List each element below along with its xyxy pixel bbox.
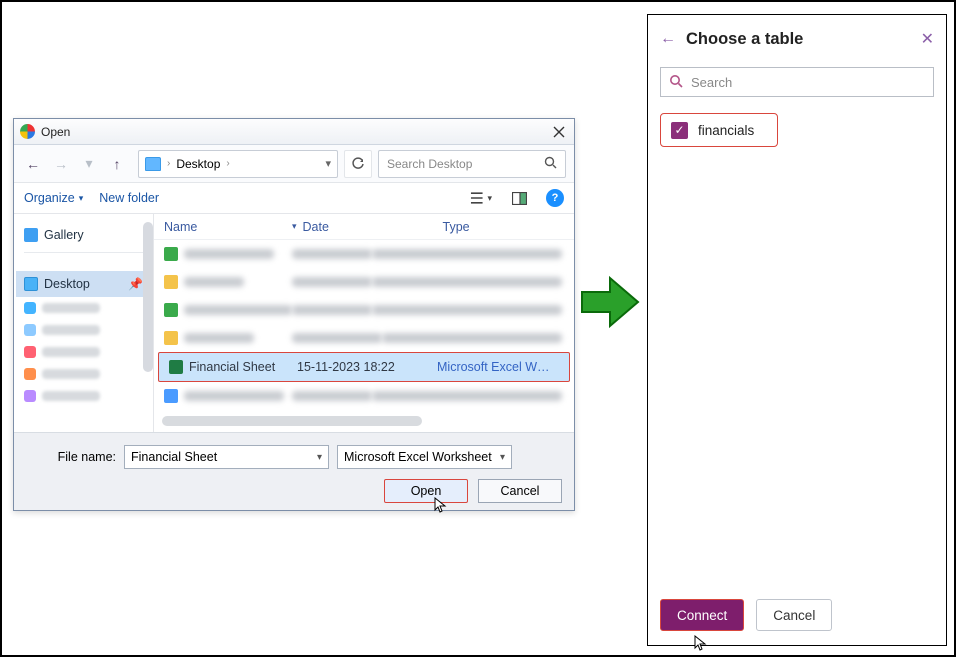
- file-name-value: Financial Sheet: [131, 450, 217, 464]
- file-open-dialog: Open ← → ▾ ↑ › Desktop › ▾ Search Deskto…: [13, 118, 575, 511]
- file-row[interactable]: [154, 240, 574, 268]
- table-search-input[interactable]: Search: [660, 67, 934, 97]
- search-icon: [544, 156, 557, 172]
- up-button[interactable]: ↑: [106, 153, 128, 175]
- file-name-label: File name:: [26, 450, 116, 464]
- navigation-tree: Gallery Desktop 📌: [14, 214, 154, 432]
- close-button[interactable]: ✕: [921, 29, 934, 49]
- checkbox-checked-icon[interactable]: ✓: [671, 122, 688, 139]
- file-row[interactable]: [154, 324, 574, 352]
- tree-scrollbar[interactable]: [143, 222, 153, 372]
- file-name-combo[interactable]: Financial Sheet ▾: [124, 445, 329, 469]
- forward-button[interactable]: →: [50, 153, 72, 175]
- tree-label: Gallery: [44, 228, 84, 242]
- tree-separator: [24, 252, 143, 253]
- file-row[interactable]: [154, 296, 574, 324]
- file-hscrollbar[interactable]: [162, 416, 422, 426]
- refresh-button[interactable]: [344, 150, 372, 178]
- file-row[interactable]: [154, 268, 574, 296]
- connect-button[interactable]: Connect: [660, 599, 744, 631]
- chevron-right-icon: ›: [167, 158, 170, 169]
- file-row-selected[interactable]: Financial Sheet 15-11-2023 18:22 Microso…: [158, 352, 570, 382]
- back-button[interactable]: ←: [22, 153, 44, 175]
- file-list-header: Name ▾ Date Type: [154, 214, 574, 240]
- breadcrumb-bar[interactable]: › Desktop › ▾: [138, 150, 338, 178]
- search-placeholder: Search: [691, 75, 732, 90]
- search-input[interactable]: Search Desktop: [378, 150, 566, 178]
- nav-toolbar: ← → ▾ ↑ › Desktop › ▾ Search Desktop: [14, 145, 574, 183]
- figure-canvas: Open ← → ▾ ↑ › Desktop › ▾ Search Deskto…: [0, 0, 956, 657]
- search-icon: [669, 74, 683, 91]
- file-date: 15-11-2023 18:22: [297, 360, 437, 374]
- panel-header: ← Choose a table ✕: [660, 25, 934, 53]
- panel-title: Choose a table: [686, 30, 911, 49]
- open-button[interactable]: Open: [384, 479, 468, 503]
- folder-icon: [145, 157, 161, 171]
- organize-menu[interactable]: Organize: [24, 191, 83, 205]
- dialog-titlebar: Open: [14, 119, 574, 145]
- chevron-down-icon[interactable]: ▾: [325, 157, 331, 170]
- breadcrumb-text: Desktop: [176, 157, 220, 171]
- gallery-icon: [24, 228, 38, 242]
- cancel-button[interactable]: Cancel: [478, 479, 562, 503]
- close-button[interactable]: [550, 123, 568, 141]
- back-button[interactable]: ←: [660, 30, 676, 48]
- column-name[interactable]: Name: [154, 220, 292, 234]
- column-type[interactable]: Type: [443, 220, 562, 234]
- file-list: Name ▾ Date Type Financial Sheet: [154, 214, 574, 432]
- excel-icon: [169, 360, 183, 374]
- dialog-title: Open: [41, 125, 70, 139]
- recent-dropdown-icon[interactable]: ▾: [78, 153, 100, 175]
- command-toolbar: Organize New folder ▾ ?: [14, 183, 574, 213]
- file-row[interactable]: [154, 382, 574, 410]
- pin-icon[interactable]: 📌: [128, 277, 143, 291]
- file-name: Financial Sheet: [189, 360, 275, 374]
- chevron-right-icon: ›: [226, 158, 229, 169]
- cancel-button[interactable]: Cancel: [756, 599, 832, 631]
- table-option-financials[interactable]: ✓ financials: [660, 113, 778, 147]
- refresh-icon: [351, 157, 365, 171]
- help-button[interactable]: ?: [546, 189, 564, 207]
- arrow-right-icon: [580, 272, 640, 332]
- file-type: Microsoft Excel W…: [437, 360, 557, 374]
- chevron-down-icon: ▾: [317, 452, 322, 463]
- preview-pane-button[interactable]: [508, 187, 530, 209]
- chevron-down-icon: ▾: [500, 452, 505, 463]
- dialog-footer: File name: Financial Sheet ▾ Microsoft E…: [14, 432, 574, 510]
- dialog-body: Gallery Desktop 📌 Name ▾: [14, 213, 574, 432]
- choose-table-panel: ← Choose a table ✕ Search ✓ financials C…: [647, 14, 947, 646]
- desktop-icon: [24, 277, 38, 291]
- table-label: financials: [698, 123, 754, 138]
- close-icon: [553, 126, 565, 138]
- view-menu[interactable]: ▾: [470, 187, 492, 209]
- tree-item-gallery[interactable]: Gallery: [16, 222, 151, 248]
- app-icon: [20, 124, 35, 139]
- tree-label: Desktop: [44, 277, 90, 291]
- tree-item-desktop[interactable]: Desktop 📌: [16, 271, 151, 297]
- panel-footer: Connect Cancel: [660, 599, 934, 631]
- sort-indicator-icon: ▾: [292, 221, 297, 232]
- file-type-combo[interactable]: Microsoft Excel Worksheet ▾: [337, 445, 512, 469]
- new-folder-button[interactable]: New folder: [99, 191, 159, 205]
- search-placeholder: Search Desktop: [387, 157, 472, 171]
- column-date[interactable]: Date: [303, 220, 443, 234]
- file-type-value: Microsoft Excel Worksheet: [344, 450, 492, 464]
